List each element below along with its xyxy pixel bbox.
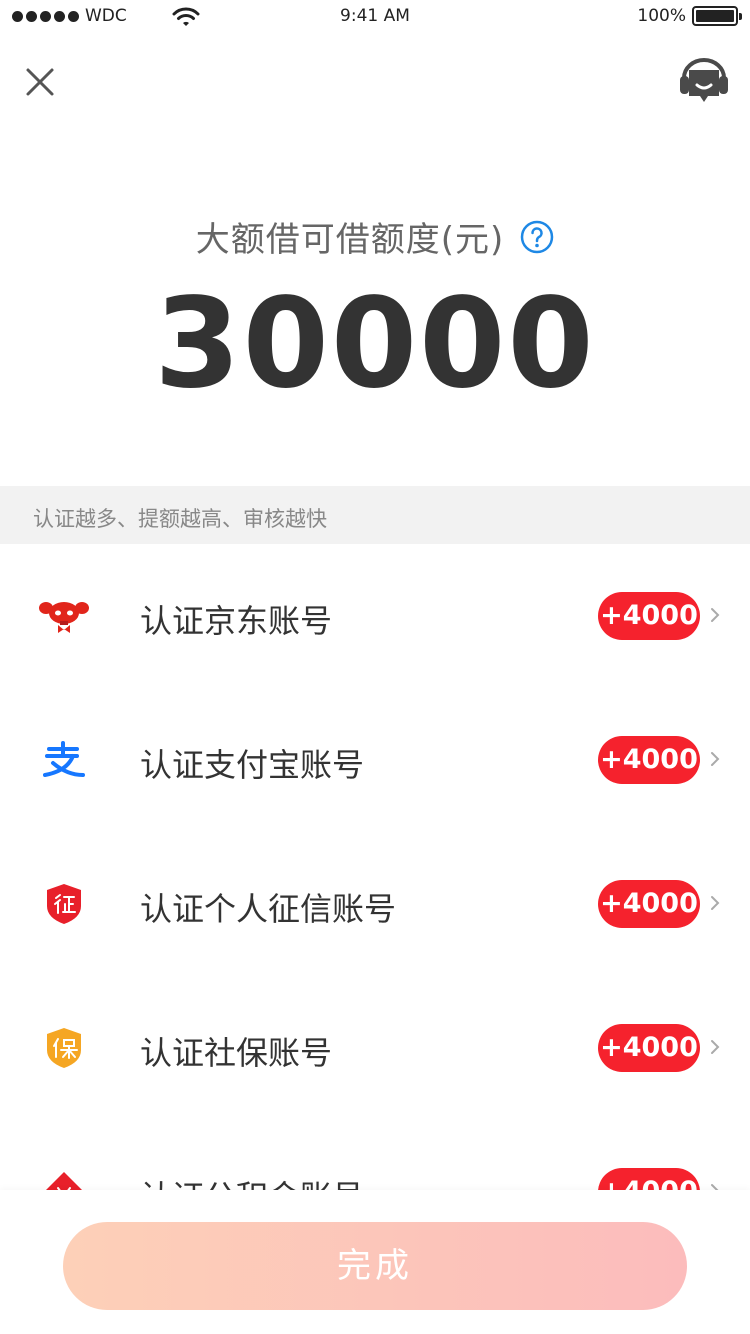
bonus-badge: +4000	[598, 1024, 700, 1072]
housing-fund-icon	[38, 1170, 90, 1190]
chevron-right-icon	[708, 604, 722, 626]
tips-text: 认证越多、提额越高、审核越快	[33, 507, 327, 531]
cert-item-credit[interactable]: 认证个人征信账号 +4000	[0, 832, 750, 976]
social-security-shield-icon	[38, 1026, 90, 1070]
bottom-action-bar: 完成	[0, 1190, 750, 1334]
bonus-badge: +4000	[598, 592, 700, 640]
cert-label: 认证支付宝账号	[140, 746, 365, 784]
chevron-right-icon	[708, 892, 722, 914]
quota-title: 大额借可借额度(元)	[195, 220, 505, 260]
cert-label: 认证个人征信账号	[140, 890, 397, 928]
cert-label: 认证社保账号	[140, 1034, 333, 1072]
done-button[interactable]: 完成	[63, 1222, 687, 1310]
quota-amount: 30000	[154, 272, 596, 416]
cert-item-social-security[interactable]: 认证社保账号 +4000	[0, 976, 750, 1120]
credit-shield-icon	[38, 882, 90, 926]
battery-percent: 100%	[637, 6, 686, 26]
customer-service-icon[interactable]	[678, 58, 730, 106]
chevron-right-icon	[708, 1036, 722, 1058]
bonus-badge: +4000	[598, 736, 700, 784]
bonus-badge: +4000	[598, 1168, 700, 1190]
status-bar: WDC 9:41 AM 100%	[0, 0, 750, 40]
tips-band: 认证越多、提额越高、审核越快	[0, 486, 750, 544]
cert-item-jd[interactable]: 认证京东账号 +4000	[0, 544, 750, 688]
cert-item-alipay[interactable]: 认证支付宝账号 +4000	[0, 688, 750, 832]
battery-status: 100%	[637, 6, 742, 26]
cert-item-housing-fund[interactable]: 认证公积金账号 +4000	[0, 1120, 750, 1190]
question-circle-icon[interactable]	[520, 220, 554, 254]
cert-list: 认证京东账号 +4000 认证支付宝账号 +4000 认证个人征信账号 +400…	[0, 544, 750, 1190]
alipay-icon	[38, 738, 90, 782]
cert-label: 认证京东账号	[140, 602, 333, 640]
quota-title-row: 大额借可借额度(元)	[0, 212, 750, 261]
cert-label: 认证公积金账号	[140, 1172, 364, 1190]
close-icon[interactable]	[22, 64, 58, 100]
battery-icon	[692, 6, 742, 26]
jd-dog-icon	[38, 594, 90, 638]
bonus-badge: +4000	[598, 880, 700, 928]
chevron-right-icon	[708, 748, 722, 770]
chevron-right-icon	[708, 1180, 722, 1190]
